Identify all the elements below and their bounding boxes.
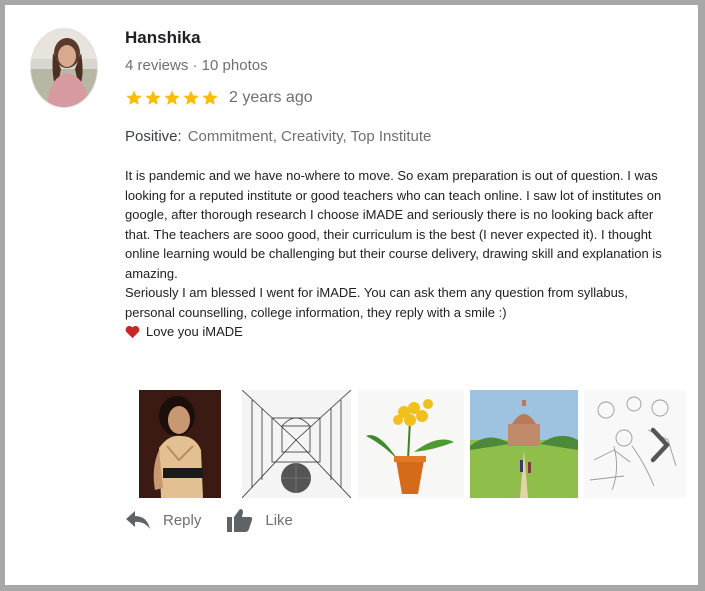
next-photo-button[interactable] — [645, 425, 675, 465]
photo-perspective-sketch[interactable] — [242, 390, 351, 498]
photo-strip — [139, 390, 686, 500]
review-closing: Love you iMADE — [125, 322, 670, 342]
star-icon — [164, 90, 180, 105]
star-rating — [125, 89, 219, 107]
reply-button[interactable]: Reply — [125, 510, 201, 530]
review-text: It is pandemic and we have no-where to m… — [125, 166, 670, 342]
review-actions: Reply Like — [125, 508, 293, 532]
review-time: 2 years ago — [229, 89, 313, 106]
highlights-values: Commitment, Creativity, Top Institute — [187, 128, 432, 145]
review-paragraph: Seriously I am blessed I went for iMADE.… — [125, 285, 628, 320]
review-paragraph: It is pandemic and we have no-where to m… — [125, 168, 662, 281]
reviewer-meta[interactable]: 4 reviews · 10 photos — [125, 57, 268, 74]
reviewer-name[interactable]: Hanshika — [125, 28, 201, 48]
rating-row: 2 years ago — [125, 89, 313, 107]
review-card: Hanshika 4 reviews · 10 photos 2 years a… — [5, 5, 698, 585]
star-icon — [202, 90, 218, 105]
chevron-right-icon — [650, 427, 670, 463]
reviewer-avatar[interactable] — [30, 28, 98, 108]
reply-label: Reply — [163, 511, 202, 529]
heart-icon — [125, 325, 140, 338]
review-highlights: Positive: Commitment, Creativity, Top Ins… — [125, 128, 431, 145]
closing-text: Love you iMADE — [146, 324, 243, 339]
like-button[interactable]: Like — [227, 508, 293, 532]
like-label: Like — [265, 511, 293, 529]
thumbs-up-icon — [227, 509, 253, 532]
photo-woman-portrait[interactable] — [139, 390, 221, 498]
reply-icon — [126, 511, 150, 529]
star-icon — [183, 90, 199, 105]
highlights-label: Positive: — [125, 128, 182, 145]
photo-flower-painting[interactable] — [358, 390, 464, 498]
star-icon — [145, 90, 161, 105]
star-icon — [126, 90, 142, 105]
photo-monument-painting[interactable] — [470, 390, 578, 498]
